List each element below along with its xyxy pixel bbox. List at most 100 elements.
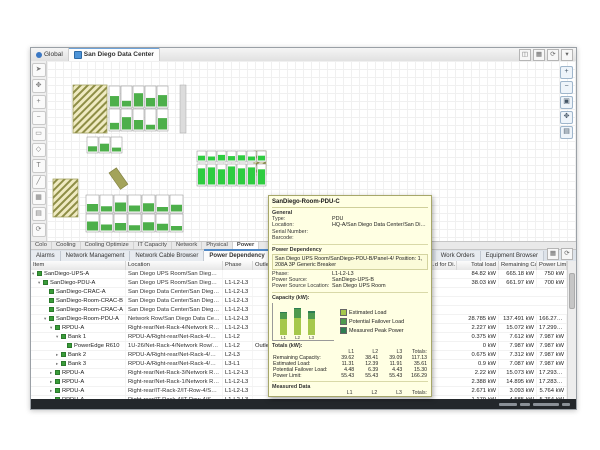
- layers-tool-icon[interactable]: ▤: [32, 207, 46, 221]
- popup-section-power-dependency: Power Dependency: [272, 247, 428, 253]
- tab-label: Global: [44, 51, 63, 58]
- phase-cell: L1-L2-L3: [223, 387, 253, 395]
- rotated-rack[interactable]: [109, 168, 128, 190]
- total-load-cell: 0.675 kW: [457, 351, 499, 359]
- zoom-in-tool-icon[interactable]: +: [32, 95, 46, 109]
- phase-cell: L1-L2-L3: [223, 324, 253, 332]
- view-tab-physical[interactable]: Physical: [202, 242, 233, 249]
- location-cell: San Diego Data Center/San Diego/North Am…: [126, 297, 223, 305]
- grid-view-icon[interactable]: ▦: [533, 49, 545, 61]
- panel-tab-network-management[interactable]: Network Management: [61, 251, 131, 261]
- location-cell: RPDU-A/Right-rear/Net-Rack-4/Network Row…: [126, 351, 223, 359]
- column-header-location[interactable]: Location: [126, 261, 223, 270]
- grid-tool-icon[interactable]: ▦: [32, 191, 46, 205]
- column-header-phase[interactable]: Phase: [223, 261, 253, 270]
- view-tab-cooling[interactable]: Cooling: [52, 242, 81, 249]
- menu-icon[interactable]: ▾: [561, 49, 573, 61]
- field-power-source-location-: Power Source Location:San Diego UPS Room: [272, 283, 428, 289]
- zoom-fit-icon[interactable]: ▣: [560, 96, 573, 109]
- phase-cell: L1-L2-L3: [223, 315, 253, 323]
- item-label: RPDU-A: [62, 370, 84, 376]
- item-icon: [67, 343, 72, 348]
- text-tool-icon[interactable]: T: [32, 159, 46, 173]
- item-label: Bank 3: [68, 361, 86, 367]
- separator: [272, 292, 428, 293]
- row-label: Potential Failover Load:: [272, 367, 331, 373]
- popup-section-capacity: Capacity (kW):: [272, 295, 428, 301]
- total-load-cell: 0.375 kW: [457, 333, 499, 341]
- bar-label: L2: [295, 335, 300, 340]
- remaining-capacity-cell: 7.612 kW: [499, 333, 537, 341]
- panel-tab-work-orders[interactable]: Work Orders: [436, 251, 481, 261]
- refresh-tool-icon[interactable]: ⟳: [32, 223, 46, 237]
- column-header-item[interactable]: Item: [31, 261, 126, 270]
- item-icon: [55, 388, 60, 393]
- globe-icon: [36, 52, 42, 58]
- rect-tool-icon[interactable]: ▭: [32, 127, 46, 141]
- phase-cell: L1-L2: [223, 333, 253, 341]
- document-tab-san-diego-data-center[interactable]: San Diego Data Center: [69, 48, 160, 61]
- status-indicator: [533, 403, 559, 406]
- zoom-out-icon[interactable]: −: [560, 81, 573, 94]
- item-cell: PowerEdge R610: [31, 342, 126, 350]
- panel-tab-alarms[interactable]: Alarms: [31, 251, 61, 261]
- pan-icon[interactable]: ✥: [560, 111, 573, 124]
- view-tab-cooling-optimize[interactable]: Cooling Optimize: [81, 242, 134, 249]
- rack-group[interactable]: [86, 195, 183, 232]
- item-icon: [49, 298, 54, 303]
- zoom-in-icon[interactable]: +: [560, 66, 573, 79]
- item-icon: [61, 334, 66, 339]
- view-tab-colo[interactable]: Colo: [31, 242, 52, 249]
- item-icon: [43, 280, 48, 285]
- item-cell: ▾RPDU-A: [31, 324, 126, 332]
- remaining-capacity-cell: 15.073 kW: [499, 369, 537, 377]
- line-tool-icon[interactable]: ╱: [32, 175, 46, 189]
- panel-tab-equipment-browser[interactable]: Equipment Browser: [481, 251, 544, 261]
- refresh-icon[interactable]: ⟳: [561, 248, 573, 260]
- scrollbar-thumb[interactable]: [569, 273, 575, 309]
- layers-icon[interactable]: ▤: [560, 126, 573, 139]
- column-header-remaining-capacity[interactable]: Remaining Ca…: [499, 261, 537, 270]
- rack-group[interactable]: [87, 137, 122, 153]
- remaining-capacity-cell: 137.491 kW: [499, 315, 537, 323]
- column-header-power-limit[interactable]: Power Limit: [537, 261, 567, 270]
- item-icon: [49, 307, 54, 312]
- panel-tab-power-dependency[interactable]: Power Dependency: [204, 249, 270, 261]
- legend-label: Potential Failover Load: [349, 319, 404, 325]
- pan-tool-icon[interactable]: ✥: [32, 79, 46, 93]
- panel-tab-network-cable-browser[interactable]: Network Cable Browser: [130, 251, 204, 261]
- rack-group[interactable]: [197, 164, 266, 186]
- select-tool-icon[interactable]: ➤: [32, 63, 46, 77]
- location-cell: Network Row/San Diego Data Center/San Di…: [126, 315, 223, 323]
- tab-label: San Diego Data Center: [84, 51, 154, 58]
- hatched-zone: [53, 179, 78, 217]
- view-tab-it-capacity[interactable]: IT Capacity: [134, 242, 172, 249]
- power-limit-cell: 17.293 kW: [537, 369, 567, 377]
- location-cell: 1U-26/Net-Rack-4/Network Row/San Diego D…: [126, 342, 223, 350]
- value-cell: 12.39: [354, 396, 379, 397]
- total-load-cell: 2.388 kW: [457, 378, 499, 386]
- legend-swatch: [340, 318, 347, 325]
- rack-group[interactable]: [197, 151, 266, 162]
- view-tab-network[interactable]: Network: [172, 242, 202, 249]
- rack-group[interactable]: [109, 86, 168, 131]
- legend-label: Estimated Load: [349, 310, 386, 316]
- popup-title: SanDiego-Room-PDU-C: [272, 198, 428, 208]
- item-icon: [37, 271, 42, 276]
- power-limit-cell: 5.764 kW: [537, 387, 567, 395]
- polygon-tool-icon[interactable]: ◇: [32, 143, 46, 157]
- document-tab-global[interactable]: Global: [31, 48, 69, 61]
- item-label: RPDU-A: [62, 379, 84, 385]
- refresh-icon[interactable]: ⟳: [547, 49, 559, 61]
- value-cell: 11.91: [378, 396, 403, 397]
- location-cell: San Diego Data Center/San Diego/North Am…: [126, 306, 223, 314]
- status-bar: [31, 399, 576, 409]
- view-tab-power[interactable]: Power: [233, 242, 259, 249]
- vertical-scrollbar[interactable]: [567, 261, 576, 399]
- item-label: Bank 1: [68, 334, 86, 340]
- zoom-out-tool-icon[interactable]: −: [32, 111, 46, 125]
- export-icon[interactable]: ▦: [547, 248, 559, 260]
- layout-icon[interactable]: ◫: [519, 49, 531, 61]
- column-header-total-load[interactable]: Total load: [457, 261, 499, 270]
- measured-table: L1L2L3Totals:Peak Power (kW):11.3112.391…: [272, 390, 428, 397]
